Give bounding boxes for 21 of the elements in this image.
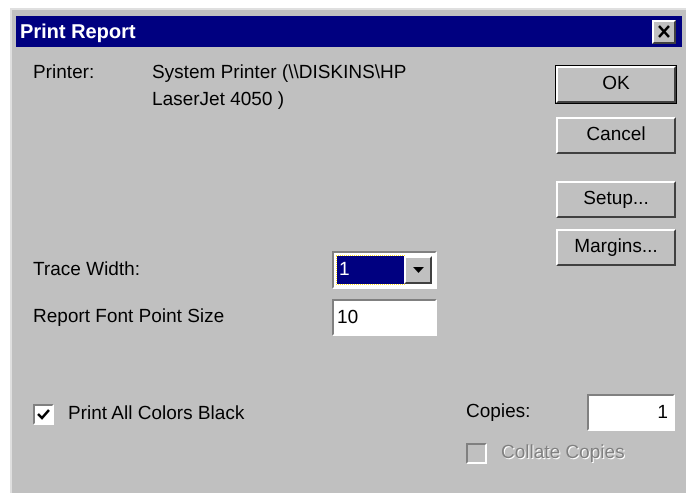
dialog-button[interactable]: Setup... bbox=[556, 181, 676, 218]
font-size-field[interactable]: 10 bbox=[332, 299, 437, 336]
dropdown-arrow-button[interactable] bbox=[404, 256, 432, 284]
close-icon bbox=[657, 25, 671, 38]
trace-width-dropdown[interactable]: 1 bbox=[332, 251, 437, 289]
checkbox-label: Collate Copies bbox=[501, 441, 625, 465]
window-title: Print Report bbox=[20, 20, 136, 44]
copies-label: Copies: bbox=[466, 400, 532, 424]
printer-name: System Printer (\\DISKINS\HP LaserJet 4050 ) bbox=[152, 61, 408, 112]
dialog-button[interactable]: OK bbox=[556, 66, 676, 103]
printer-label: Printer: bbox=[33, 61, 96, 85]
checkbox[interactable] bbox=[33, 404, 54, 425]
dialog-button[interactable]: Cancel bbox=[556, 117, 676, 154]
checkbox-label: Print All Colors Black bbox=[68, 402, 244, 426]
font-size-label: Report Font Point Size bbox=[33, 305, 226, 330]
check-icon bbox=[37, 408, 50, 420]
close-button[interactable] bbox=[652, 20, 676, 44]
trace-width-label: Trace Width: bbox=[33, 258, 141, 282]
copies-field[interactable]: 1 bbox=[587, 394, 675, 431]
dialog-button[interactable]: Margins... bbox=[556, 229, 676, 266]
caret-icon bbox=[412, 267, 424, 273]
